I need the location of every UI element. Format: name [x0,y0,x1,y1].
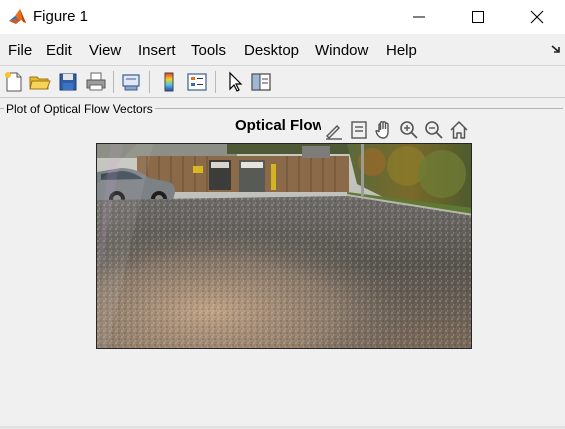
figure-toolbar [0,66,565,98]
new-figure-icon[interactable] [2,70,26,94]
home-icon[interactable] [448,119,470,141]
menu-edit[interactable]: Edit [46,42,72,59]
menu-desktop[interactable]: Desktop [244,42,299,59]
open-file-icon[interactable] [28,70,52,94]
panel-title: Plot of Optical Flow Vectors [4,102,155,116]
menu-window[interactable]: Window [315,42,368,59]
title-bar[interactable]: Figure 1 [0,0,565,34]
pan-icon[interactable] [373,119,395,141]
menu-file[interactable]: File [8,42,32,59]
zoom-out-icon[interactable] [423,119,445,141]
close-icon [530,10,544,24]
parking-lot-scene [96,143,472,349]
axes-title: Optical Flow [235,117,321,134]
menu-help[interactable]: Help [386,42,417,59]
minimize-icon [413,16,425,18]
dock-arrow-icon[interactable] [551,44,561,57]
menu-view[interactable]: View [89,42,121,59]
pointer-icon[interactable] [223,70,247,94]
zoom-in-icon[interactable] [398,119,420,141]
property-inspector-icon[interactable] [249,70,273,94]
axes-toolbar [323,119,473,141]
close-button[interactable] [514,0,560,34]
menu-bar: File Edit View Insert Tools Desktop Wind… [0,34,565,66]
data-tips-icon[interactable] [348,119,370,141]
colorbar-icon[interactable] [157,70,181,94]
toolbar-separator [149,71,150,93]
toolbar-separator [215,71,216,93]
brush-icon[interactable] [323,119,345,141]
toolbar-separator [113,71,114,93]
menu-insert[interactable]: Insert [138,42,176,59]
save-icon[interactable] [56,70,80,94]
menu-tools[interactable]: Tools [191,42,226,59]
window-title: Figure 1 [33,8,89,25]
legend-icon[interactable] [185,70,209,94]
link-plot-icon[interactable] [119,70,143,94]
maximize-button[interactable] [455,0,501,34]
print-icon[interactable] [84,70,108,94]
maximize-icon [472,11,484,23]
matlab-icon [8,7,28,27]
minimize-button[interactable] [396,0,442,34]
